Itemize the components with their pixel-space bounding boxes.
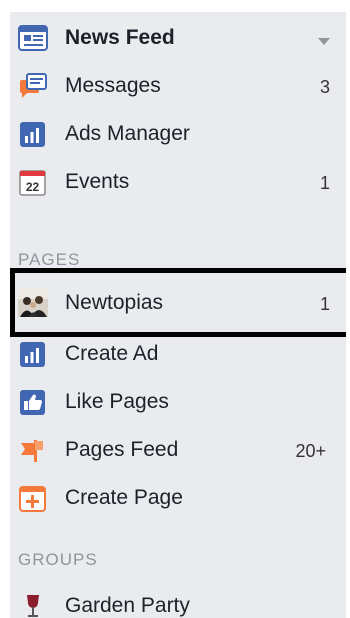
chevron-down-icon[interactable] — [318, 38, 330, 45]
sidebar-item-label: Garden Party — [65, 594, 190, 617]
sidebar-item-newtopias[interactable]: Newtopias 1 — [10, 282, 346, 322]
notification-count: 3 — [319, 77, 330, 97]
sidebar-item-garden-party[interactable]: Garden Party — [10, 585, 346, 618]
sidebar-item-label: Events — [65, 170, 130, 193]
messages-icon — [18, 71, 48, 101]
sidebar-item-label: Create Page — [65, 486, 183, 509]
sidebar-item-label: Messages — [65, 74, 161, 97]
notification-count: 20+ — [295, 441, 326, 461]
create-page-icon — [18, 483, 48, 513]
sidebar-item-pages-feed[interactable]: Pages Feed 20+ — [10, 429, 346, 469]
sidebar-item-like-pages[interactable]: Like Pages — [10, 381, 346, 421]
wine-glass-icon — [18, 591, 48, 618]
sidebar-item-label: Like Pages — [65, 390, 169, 413]
notification-count: 1 — [319, 173, 330, 193]
sidebar-item-events[interactable]: 22 Events 1 — [10, 161, 346, 201]
left-sidebar: News Feed Messages 3 Ads Manager 22 Even… — [10, 12, 346, 618]
sidebar-item-create-ad[interactable]: Create Ad — [10, 333, 346, 373]
ads-manager-icon — [18, 119, 48, 149]
svg-text:22: 22 — [26, 180, 40, 194]
sidebar-item-label: Newtopias — [65, 291, 164, 314]
pages-feed-icon — [18, 435, 48, 465]
sidebar-item-messages[interactable]: Messages 3 — [10, 65, 346, 105]
notification-count: 1 — [319, 294, 330, 314]
sidebar-item-label: Pages Feed — [65, 438, 179, 461]
events-icon: 22 — [18, 167, 48, 197]
news-feed-icon — [18, 23, 48, 53]
sidebar-item-create-page[interactable]: Create Page — [10, 477, 346, 517]
newtopias-avatar-icon — [18, 288, 48, 318]
create-ad-icon — [18, 339, 48, 369]
sidebar-item-label: Ads Manager — [65, 122, 190, 145]
sidebar-item-news-feed[interactable]: News Feed — [10, 17, 346, 57]
sidebar-item-label: News Feed — [65, 26, 175, 49]
sidebar-item-ads-manager[interactable]: Ads Manager — [10, 113, 346, 153]
section-heading-groups: GROUPS — [18, 550, 98, 569]
sidebar-item-label: Create Ad — [65, 342, 159, 365]
like-pages-icon — [18, 387, 48, 417]
